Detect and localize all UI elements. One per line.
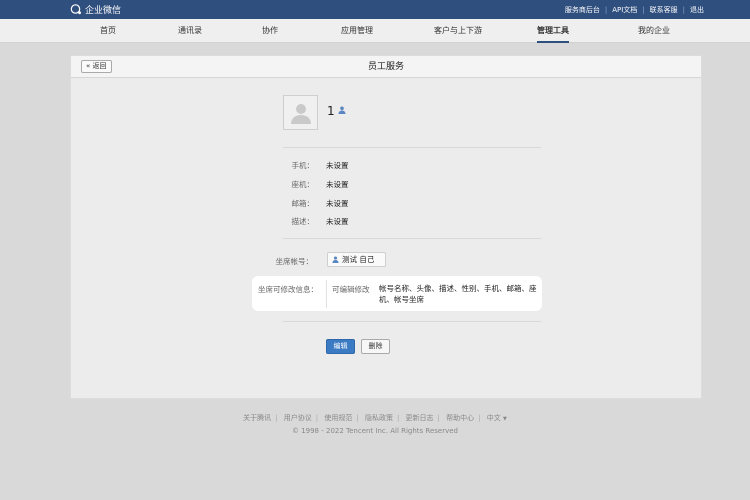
email-label: 邮箱： <box>291 199 315 208</box>
separator: | <box>437 414 440 422</box>
email-value: 未设置 <box>326 199 349 208</box>
info-row-landline: 座机： 未设置 <box>250 179 550 191</box>
page-title: 员工服务 <box>367 62 404 72</box>
user-icon <box>332 256 339 263</box>
landline-label: 座机： <box>291 180 315 189</box>
main-nav: 首页 通讯录 协作 应用管理 客户与上下游 管理工具 我的企业 <box>0 19 750 43</box>
seat-account-value: 测试 自己 <box>342 255 375 264</box>
separator: | <box>315 414 319 422</box>
nav-home[interactable]: 首页 <box>100 19 116 43</box>
editable-fields-value: 帐号名称、头像、描述、性别、手机、邮箱、座机、帐号坐席 <box>379 284 537 304</box>
separator: | <box>604 5 608 14</box>
footer-link-changelog[interactable]: 更新日志 <box>406 414 434 422</box>
wecom-logo-icon <box>70 4 81 15</box>
delete-button[interactable]: 删除 <box>361 339 390 354</box>
separator: | <box>396 414 400 422</box>
language-label: 中文 <box>486 414 501 422</box>
top-bar: 企业微信 服务商后台 | API文档 | 联系客服 | 退出 <box>0 0 750 19</box>
copyright: © 1998 - 2022 Tencent Inc. All Rights Re… <box>291 427 459 435</box>
divider <box>283 238 541 239</box>
nav-collaboration[interactable]: 协作 <box>262 19 278 43</box>
nav-app-management[interactable]: 应用管理 <box>341 19 373 43</box>
divider <box>283 147 541 148</box>
separator: | <box>478 414 481 422</box>
user-icon <box>338 106 346 114</box>
footer-link-about[interactable]: 关于腾讯 <box>243 414 271 422</box>
brand-logo[interactable]: 企业微信 <box>70 3 121 16</box>
editable-sublabel: 可编辑修改 <box>332 285 370 294</box>
editable-info-panel: 坐席可修改信息： 可编辑修改 帐号名称、头像、描述、性别、手机、邮箱、座机、帐号… <box>252 276 542 311</box>
separator: | <box>275 414 278 422</box>
avatar <box>283 95 318 130</box>
separator: | <box>682 5 685 14</box>
top-links: 服务商后台 | API文档 | 联系客服 | 退出 <box>565 5 704 15</box>
divider <box>283 321 541 322</box>
card-header: 员工服务 « 返回 <box>71 56 701 78</box>
nav-contacts[interactable]: 通讯录 <box>178 19 202 43</box>
editable-info-label: 坐席可修改信息： <box>258 285 318 294</box>
link-provider-admin[interactable]: 服务商后台 <box>565 5 600 15</box>
seat-account-chip[interactable]: 测试 自己 <box>327 252 386 267</box>
nav-customers[interactable]: 客户与上下游 <box>434 19 482 43</box>
link-logout[interactable]: 退出 <box>690 5 704 15</box>
nav-management-tools[interactable]: 管理工具 <box>537 19 569 43</box>
description-label: 描述： <box>291 217 315 226</box>
footer-link-privacy[interactable]: 隐私政策 <box>365 414 393 422</box>
info-row-description: 描述： 未设置 <box>250 216 550 228</box>
phone-value: 未设置 <box>326 161 349 170</box>
info-row-phone: 手机： 未设置 <box>250 160 550 172</box>
double-chevron-left-icon: « <box>86 62 91 70</box>
link-api-docs[interactable]: API文档 <box>612 5 637 15</box>
edit-button[interactable]: 编辑 <box>326 339 355 354</box>
separator: | <box>356 414 359 422</box>
nav-my-company[interactable]: 我的企业 <box>638 19 670 43</box>
back-button[interactable]: « 返回 <box>81 60 112 73</box>
footer-link-usage-rules[interactable]: 使用规范 <box>324 414 352 422</box>
brand-name: 企业微信 <box>85 6 122 16</box>
back-label: 返回 <box>92 62 107 70</box>
phone-label: 手机： <box>291 161 315 170</box>
divider <box>326 280 327 308</box>
seat-account-label: 坐席帐号： <box>275 257 314 266</box>
language-selector[interactable]: 中文 ▼ <box>487 414 507 422</box>
separator: | <box>642 5 645 14</box>
description-value: 未设置 <box>326 217 349 226</box>
footer-link-help[interactable]: 帮助中心 <box>446 414 474 422</box>
user-name: 1 <box>327 104 335 118</box>
footer-links: 关于腾讯 | 用户协议 | 使用规范 | 隐私政策 | 更新日志 | 帮助中心 | 中文 ▼ <box>0 413 750 423</box>
link-contact-support[interactable]: 联系客服 <box>650 5 678 15</box>
info-row-email: 邮箱： 未设置 <box>250 198 550 210</box>
footer-link-terms[interactable]: 用户协议 <box>284 414 312 422</box>
triangle-down-icon: ▼ <box>502 416 507 422</box>
default-avatar-icon <box>290 103 311 124</box>
landline-value: 未设置 <box>326 180 349 189</box>
